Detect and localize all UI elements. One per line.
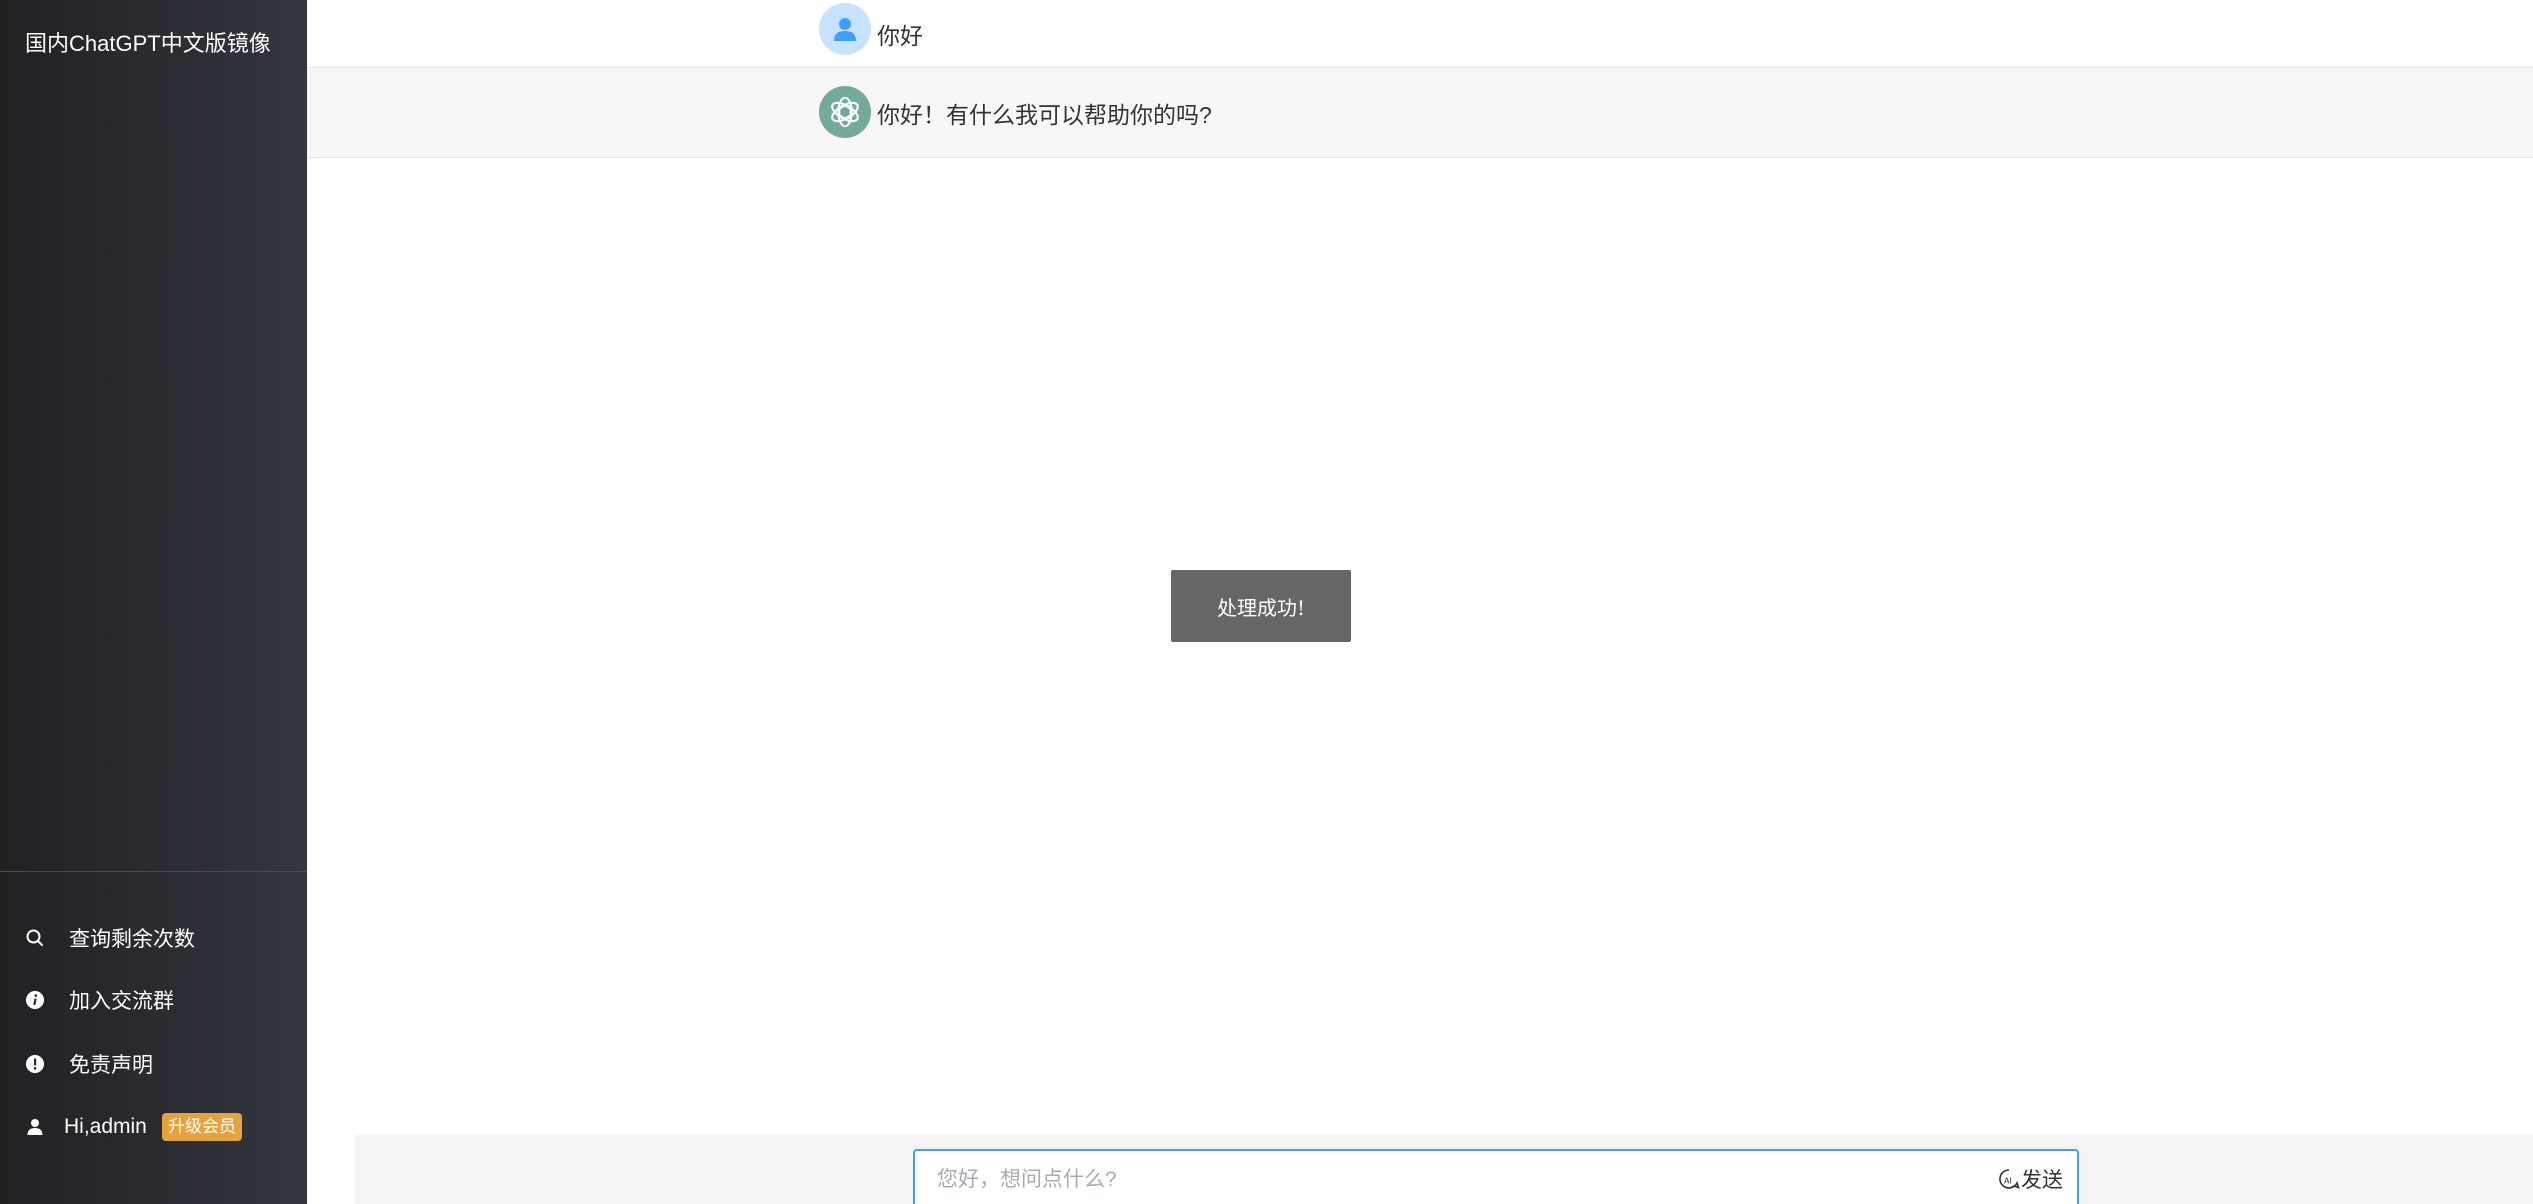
message-text: 你好！有什么我可以帮助你的吗? [877, 101, 1212, 128]
warning-icon [25, 1054, 45, 1074]
user-icon [25, 1117, 45, 1137]
composer-box: AI 发送 [913, 1149, 2079, 1204]
sidebar-user[interactable]: Hi,admin 升级会员 [0, 1102, 307, 1152]
openai-logo-icon [819, 86, 871, 138]
chat-input[interactable] [935, 1163, 1939, 1197]
sidebar-item-join-group[interactable]: 加入交流群 [0, 975, 307, 1025]
sidebar-item-label: 免责声明 [69, 1054, 153, 1077]
upgrade-vip-badge[interactable]: 升级会员 [162, 1113, 242, 1141]
success-toast: 处理成功! [1171, 570, 1351, 642]
user-avatar-icon [819, 3, 871, 55]
sidebar-divider [0, 871, 307, 872]
sidebar: 国内ChatGPT中文版镜像 查询剩余次数 加入交流群 免责声明 Hi,admi… [0, 0, 307, 1204]
app-root: 国内ChatGPT中文版镜像 查询剩余次数 加入交流群 免责声明 Hi,admi… [0, 0, 2533, 1204]
chat-message-assistant: 你好！有什么我可以帮助你的吗? [307, 68, 2533, 158]
message-text: 你好 [877, 22, 923, 49]
search-icon [25, 928, 45, 948]
chat-message-user: 你好 [307, 0, 2533, 68]
send-button-label: 发送 [2021, 1169, 2063, 1192]
sidebar-item-disclaimer[interactable]: 免责声明 [0, 1039, 307, 1089]
send-button[interactable]: AI 发送 [1998, 1165, 2063, 1193]
info-icon [25, 990, 45, 1010]
user-greeting: Hi,admin [64, 1115, 147, 1138]
app-title: 国内ChatGPT中文版镜像 [25, 31, 271, 56]
chat-main: 你好 你好！有什么我可以帮助你的吗? 处理成功! 您好，想问点什么? AI 发送 [307, 0, 2533, 1204]
composer-bar: AI 发送 [355, 1135, 2533, 1204]
sidebar-item-query-remaining[interactable]: 查询剩余次数 [0, 913, 307, 963]
sidebar-item-label: 加入交流群 [69, 990, 174, 1013]
sidebar-item-label: 查询剩余次数 [69, 928, 195, 951]
svg-text:AI: AI [2004, 1177, 2012, 1186]
ai-send-icon: AI [1998, 1168, 2020, 1190]
